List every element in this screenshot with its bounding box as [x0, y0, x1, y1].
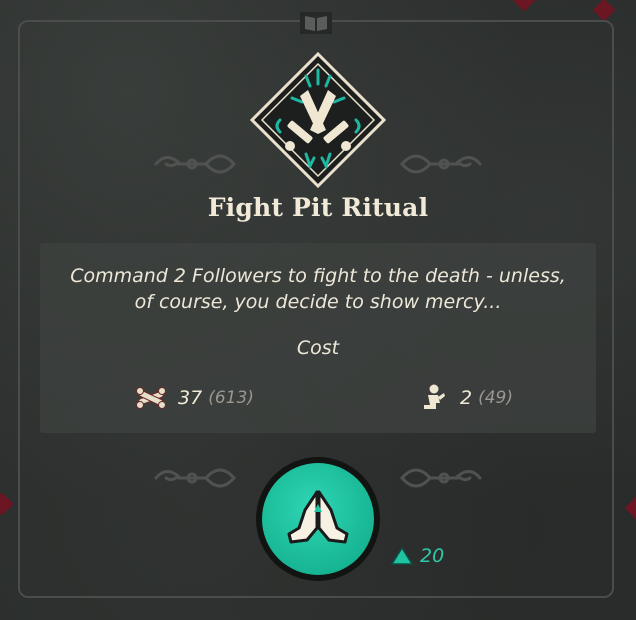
description-line: Command 2 Followers to fight to the deat…: [70, 265, 566, 287]
ritual-description: Command 2 Followers to fight to the deat…: [40, 263, 596, 315]
decor-flourish: [400, 468, 482, 488]
book-icon: [300, 12, 332, 34]
praying-hands-icon: [287, 490, 349, 544]
perform-ritual-button-face[interactable]: [262, 463, 374, 575]
cost-followers: 2 (49): [416, 383, 513, 413]
description-panel: Command 2 Followers to fight to the deat…: [40, 243, 596, 433]
devotion-reward: 20: [390, 545, 444, 567]
description-line: of course, you decide to show mercy...: [134, 291, 502, 313]
triangle-up-icon: [390, 546, 414, 565]
bones-icon: [136, 387, 166, 409]
perform-ritual-button[interactable]: [256, 457, 380, 581]
cost-label: Cost: [296, 337, 340, 359]
cost-amount: 2: [460, 387, 473, 409]
ritual-emblem-icon: [249, 51, 387, 189]
decor-flourish: [154, 154, 236, 174]
decor-flourish: [400, 154, 482, 174]
cost-bones: 37 (613): [134, 383, 254, 413]
cost-owned: (613): [208, 388, 254, 408]
devotion-value: 20: [420, 545, 445, 567]
decor-flourish: [154, 468, 236, 488]
ritual-title: Fight Pit Ritual: [207, 193, 429, 222]
cost-owned: (49): [478, 388, 513, 408]
follower-kneeling-icon: [424, 384, 445, 409]
cost-amount: 37: [178, 387, 203, 409]
